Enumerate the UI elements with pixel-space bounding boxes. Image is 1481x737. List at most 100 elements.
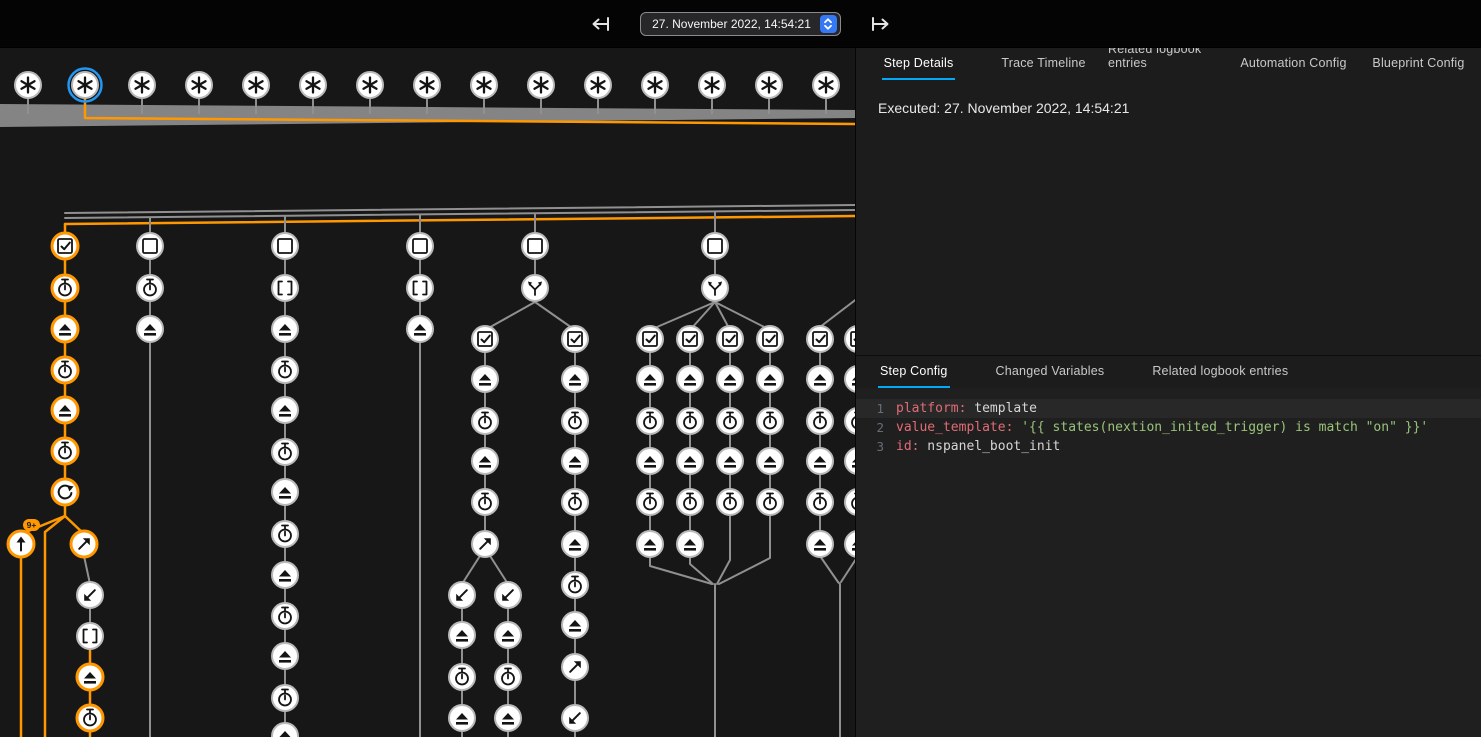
trace-node-eject[interactable] [137, 316, 163, 342]
trace-node-square[interactable] [702, 233, 728, 259]
trace-node-timer[interactable] [272, 357, 298, 383]
trace-node-timer[interactable] [677, 489, 703, 515]
trace-node-timer[interactable] [562, 572, 588, 598]
trace-node-eject[interactable] [562, 531, 588, 557]
config-tab-changed-variables[interactable]: Changed Variables [972, 356, 1129, 388]
trace-node-brackets[interactable] [272, 275, 298, 301]
code-line[interactable]: 3id: nspanel_boot_init [856, 437, 1481, 456]
trace-node-eject[interactable] [637, 366, 663, 392]
trace-node-eject[interactable] [52, 397, 78, 423]
trace-node-timer[interactable] [137, 275, 163, 301]
trace-node-split[interactable] [702, 275, 728, 301]
trace-node-asterisk[interactable] [129, 72, 155, 98]
trace-node-timer[interactable] [472, 408, 498, 434]
trace-node-eject[interactable] [272, 643, 298, 669]
trace-node-square[interactable] [407, 233, 433, 259]
trace-node-arrow-dl[interactable] [449, 582, 475, 608]
trace-node-asterisk[interactable] [15, 72, 41, 98]
trace-node-asterisk[interactable] [642, 72, 668, 98]
trace-node-checkbox[interactable] [845, 326, 855, 352]
trace-node-eject[interactable] [449, 622, 475, 648]
trace-node-eject[interactable] [272, 397, 298, 423]
trace-node-timer[interactable] [272, 439, 298, 465]
trace-node-brackets[interactable] [77, 623, 103, 649]
trace-node-timer[interactable] [472, 489, 498, 515]
trace-node-eject[interactable] [757, 448, 783, 474]
trace-node-checkbox[interactable] [677, 326, 703, 352]
trace-graph[interactable]: 9+ [0, 48, 855, 737]
trace-node-eject[interactable] [677, 531, 703, 557]
trace-node-arrow-ur[interactable] [472, 531, 498, 557]
trace-node-eject[interactable] [272, 316, 298, 342]
trace-node-arrow-dl[interactable] [562, 705, 588, 731]
trace-node-eject[interactable] [677, 366, 703, 392]
trace-node-eject[interactable] [757, 366, 783, 392]
trace-node-timer[interactable] [637, 408, 663, 434]
trace-node-eject[interactable] [807, 531, 833, 557]
trace-node-asterisk[interactable] [357, 72, 383, 98]
trace-node-timer[interactable] [272, 521, 298, 547]
trace-node-asterisk[interactable] [243, 72, 269, 98]
trace-node-timer[interactable] [449, 664, 475, 690]
trace-node-eject[interactable] [717, 366, 743, 392]
trace-node-eject[interactable] [845, 531, 855, 557]
config-tab-step-config[interactable]: Step Config [856, 356, 972, 388]
previous-run-button[interactable] [586, 10, 614, 38]
trace-node-timer[interactable] [562, 408, 588, 434]
trace-node-asterisk[interactable] [528, 72, 554, 98]
trace-node-arrow-dl[interactable] [495, 582, 521, 608]
trace-node-timer[interactable] [807, 489, 833, 515]
code-line[interactable]: 2value_template: '{{ states(nextion_init… [856, 418, 1481, 437]
trace-node-split[interactable] [522, 275, 548, 301]
trace-node-timer[interactable] [562, 489, 588, 515]
trace-node-arrow-dl[interactable] [77, 582, 103, 608]
trace-node-eject[interactable] [717, 448, 743, 474]
trace-node-checkbox[interactable] [472, 326, 498, 352]
trace-node-timer[interactable] [77, 705, 103, 731]
yaml-editor[interactable]: 1platform: template2value_template: '{{ … [856, 388, 1481, 737]
trace-node-checkbox[interactable] [717, 326, 743, 352]
trace-node-square[interactable] [522, 233, 548, 259]
trace-node-timer[interactable] [717, 489, 743, 515]
trace-node-timer[interactable] [807, 408, 833, 434]
trace-node-eject[interactable] [272, 479, 298, 505]
trace-node-timer[interactable] [272, 603, 298, 629]
trace-node-arrow-ur[interactable] [71, 531, 97, 557]
trace-node-eject[interactable] [472, 448, 498, 474]
trace-node-eject[interactable] [272, 562, 298, 588]
trace-node-arrow-ur[interactable] [562, 654, 588, 680]
trace-node-arrow-up[interactable]: 9+ [8, 519, 40, 557]
trace-node-asterisk[interactable] [186, 72, 212, 98]
trace-node-asterisk[interactable] [699, 72, 725, 98]
trace-node-eject[interactable] [272, 723, 298, 737]
trace-node-checkbox[interactable] [757, 326, 783, 352]
details-tab-related-logbook-entries[interactable]: Related logbook entries [1106, 48, 1231, 80]
trace-node-asterisk[interactable] [69, 69, 102, 102]
trace-node-checkbox[interactable] [52, 233, 78, 259]
trace-node-asterisk[interactable] [813, 72, 839, 98]
trace-node-eject[interactable] [52, 316, 78, 342]
trace-node-eject[interactable] [845, 448, 855, 474]
trace-node-eject[interactable] [77, 664, 103, 690]
trace-node-checkbox[interactable] [637, 326, 663, 352]
trace-node-timer[interactable] [757, 489, 783, 515]
trace-node-timer[interactable] [495, 664, 521, 690]
next-run-button[interactable] [867, 10, 895, 38]
trace-node-eject[interactable] [845, 366, 855, 392]
trace-node-timer[interactable] [52, 275, 78, 301]
trace-node-asterisk[interactable] [756, 72, 782, 98]
trace-node-timer[interactable] [717, 408, 743, 434]
trace-node-eject[interactable] [637, 448, 663, 474]
trace-node-eject[interactable] [495, 622, 521, 648]
details-tab-step-details[interactable]: Step Details [856, 48, 981, 80]
trace-node-timer[interactable] [845, 489, 855, 515]
trace-node-timer[interactable] [757, 408, 783, 434]
config-tab-related-logbook-entries[interactable]: Related logbook entries [1128, 356, 1312, 388]
trace-node-eject[interactable] [807, 366, 833, 392]
trace-graph-canvas[interactable]: 9+ [0, 48, 855, 737]
details-tab-trace-timeline[interactable]: Trace Timeline [981, 48, 1106, 80]
details-tab-automation-config[interactable]: Automation Config [1231, 48, 1356, 80]
trace-node-square[interactable] [137, 233, 163, 259]
trace-node-eject[interactable] [562, 366, 588, 392]
details-tab-blueprint-config[interactable]: Blueprint Config [1356, 48, 1481, 80]
